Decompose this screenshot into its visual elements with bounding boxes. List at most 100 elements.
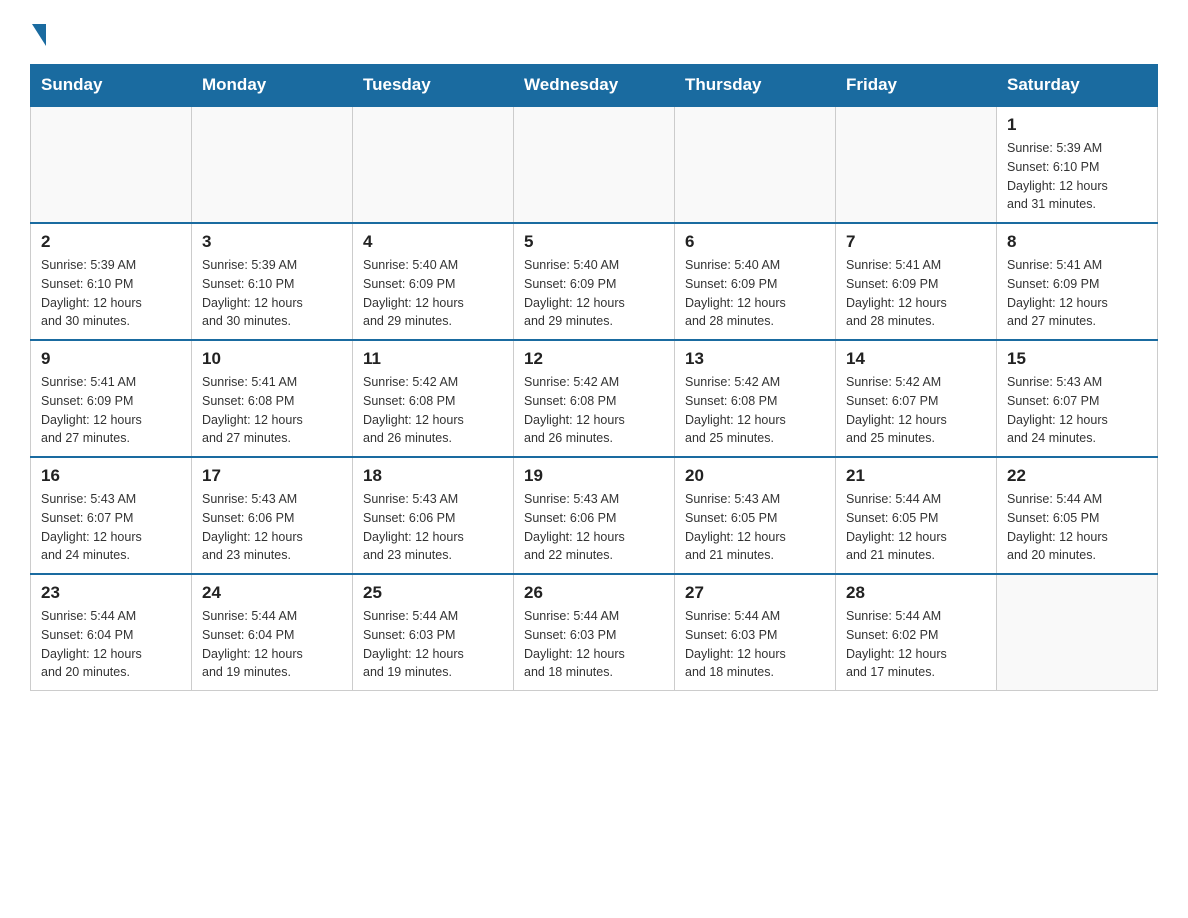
calendar-table: SundayMondayTuesdayWednesdayThursdayFrid… <box>30 64 1158 691</box>
page-header <box>30 20 1158 44</box>
calendar-cell: 12 Sunrise: 5:42 AM Sunset: 6:08 PM Dayli… <box>514 340 675 457</box>
calendar-header-row: SundayMondayTuesdayWednesdayThursdayFrid… <box>31 65 1158 107</box>
day-number: 24 <box>202 583 342 603</box>
day-info: Sunrise: 5:43 AM Sunset: 6:06 PM Dayligh… <box>363 490 503 565</box>
day-info: Sunrise: 5:41 AM Sunset: 6:09 PM Dayligh… <box>1007 256 1147 331</box>
day-info: Sunrise: 5:42 AM Sunset: 6:08 PM Dayligh… <box>363 373 503 448</box>
calendar-cell: 2 Sunrise: 5:39 AM Sunset: 6:10 PM Daylig… <box>31 223 192 340</box>
day-info: Sunrise: 5:42 AM Sunset: 6:07 PM Dayligh… <box>846 373 986 448</box>
calendar-cell: 23Sunrise: 5:44 AM Sunset: 6:04 PM Dayli… <box>31 574 192 691</box>
day-info: Sunrise: 5:43 AM Sunset: 6:07 PM Dayligh… <box>41 490 181 565</box>
day-number: 7 <box>846 232 986 252</box>
calendar-cell: 7 Sunrise: 5:41 AM Sunset: 6:09 PM Daylig… <box>836 223 997 340</box>
column-header-thursday: Thursday <box>675 65 836 107</box>
calendar-cell: 25 Sunrise: 5:44 AM Sunset: 6:03 PM Dayli… <box>353 574 514 691</box>
calendar-week-2: 2 Sunrise: 5:39 AM Sunset: 6:10 PM Daylig… <box>31 223 1158 340</box>
day-info: Sunrise: 5:39 AM Sunset: 6:10 PM Dayligh… <box>202 256 342 331</box>
day-info: Sunrise: 5:44 AM Sunset: 6:04 PM Dayligh… <box>41 607 181 682</box>
calendar-cell: 15 Sunrise: 5:43 AM Sunset: 6:07 PM Dayli… <box>997 340 1158 457</box>
day-info: Sunrise: 5:41 AM Sunset: 6:09 PM Dayligh… <box>41 373 181 448</box>
calendar-cell: 13 Sunrise: 5:42 AM Sunset: 6:08 PM Dayli… <box>675 340 836 457</box>
day-number: 14 <box>846 349 986 369</box>
day-number: 15 <box>1007 349 1147 369</box>
day-info: Sunrise: 5:42 AM Sunset: 6:08 PM Dayligh… <box>685 373 825 448</box>
calendar-cell <box>836 106 997 223</box>
day-number: 6 <box>685 232 825 252</box>
column-header-tuesday: Tuesday <box>353 65 514 107</box>
calendar-cell <box>675 106 836 223</box>
calendar-cell: 27 Sunrise: 5:44 AM Sunset: 6:03 PM Dayli… <box>675 574 836 691</box>
day-info: Sunrise: 5:44 AM Sunset: 6:03 PM Dayligh… <box>524 607 664 682</box>
calendar-cell: 18 Sunrise: 5:43 AM Sunset: 6:06 PM Dayli… <box>353 457 514 574</box>
calendar-cell: 10 Sunrise: 5:41 AM Sunset: 6:08 PM Dayli… <box>192 340 353 457</box>
day-info: Sunrise: 5:39 AM Sunset: 6:10 PM Dayligh… <box>41 256 181 331</box>
column-header-friday: Friday <box>836 65 997 107</box>
day-number: 28 <box>846 583 986 603</box>
day-info: Sunrise: 5:40 AM Sunset: 6:09 PM Dayligh… <box>363 256 503 331</box>
day-info: Sunrise: 5:40 AM Sunset: 6:09 PM Dayligh… <box>685 256 825 331</box>
day-number: 26 <box>524 583 664 603</box>
day-number: 1 <box>1007 115 1147 135</box>
day-info: Sunrise: 5:44 AM Sunset: 6:05 PM Dayligh… <box>846 490 986 565</box>
day-number: 3 <box>202 232 342 252</box>
day-number: 12 <box>524 349 664 369</box>
calendar-week-3: 9 Sunrise: 5:41 AM Sunset: 6:09 PM Daylig… <box>31 340 1158 457</box>
day-info: Sunrise: 5:41 AM Sunset: 6:09 PM Dayligh… <box>846 256 986 331</box>
day-info: Sunrise: 5:39 AM Sunset: 6:10 PM Dayligh… <box>1007 139 1147 214</box>
calendar-cell: 28 Sunrise: 5:44 AM Sunset: 6:02 PM Dayli… <box>836 574 997 691</box>
day-info: Sunrise: 5:40 AM Sunset: 6:09 PM Dayligh… <box>524 256 664 331</box>
calendar-cell: 17 Sunrise: 5:43 AM Sunset: 6:06 PM Dayli… <box>192 457 353 574</box>
calendar-cell: 24 Sunrise: 5:44 AM Sunset: 6:04 PM Dayli… <box>192 574 353 691</box>
calendar-cell <box>514 106 675 223</box>
day-number: 17 <box>202 466 342 486</box>
day-info: Sunrise: 5:42 AM Sunset: 6:08 PM Dayligh… <box>524 373 664 448</box>
calendar-cell: 8Sunrise: 5:41 AM Sunset: 6:09 PM Daylig… <box>997 223 1158 340</box>
calendar-cell: 9 Sunrise: 5:41 AM Sunset: 6:09 PM Daylig… <box>31 340 192 457</box>
calendar-cell <box>997 574 1158 691</box>
day-info: Sunrise: 5:43 AM Sunset: 6:06 PM Dayligh… <box>524 490 664 565</box>
day-number: 16 <box>41 466 181 486</box>
calendar-cell: 21 Sunrise: 5:44 AM Sunset: 6:05 PM Dayli… <box>836 457 997 574</box>
day-info: Sunrise: 5:44 AM Sunset: 6:05 PM Dayligh… <box>1007 490 1147 565</box>
calendar-cell: 4Sunrise: 5:40 AM Sunset: 6:09 PM Daylig… <box>353 223 514 340</box>
day-number: 5 <box>524 232 664 252</box>
day-info: Sunrise: 5:41 AM Sunset: 6:08 PM Dayligh… <box>202 373 342 448</box>
calendar-cell: 6 Sunrise: 5:40 AM Sunset: 6:09 PM Daylig… <box>675 223 836 340</box>
column-header-sunday: Sunday <box>31 65 192 107</box>
day-number: 19 <box>524 466 664 486</box>
logo <box>30 20 46 44</box>
day-info: Sunrise: 5:44 AM Sunset: 6:03 PM Dayligh… <box>363 607 503 682</box>
day-number: 27 <box>685 583 825 603</box>
calendar-week-5: 23Sunrise: 5:44 AM Sunset: 6:04 PM Dayli… <box>31 574 1158 691</box>
column-header-saturday: Saturday <box>997 65 1158 107</box>
calendar-cell: 3 Sunrise: 5:39 AM Sunset: 6:10 PM Daylig… <box>192 223 353 340</box>
day-number: 21 <box>846 466 986 486</box>
day-number: 10 <box>202 349 342 369</box>
calendar-cell: 26 Sunrise: 5:44 AM Sunset: 6:03 PM Dayli… <box>514 574 675 691</box>
day-number: 22 <box>1007 466 1147 486</box>
calendar-cell: 16 Sunrise: 5:43 AM Sunset: 6:07 PM Dayli… <box>31 457 192 574</box>
day-info: Sunrise: 5:43 AM Sunset: 6:07 PM Dayligh… <box>1007 373 1147 448</box>
day-number: 9 <box>41 349 181 369</box>
calendar-cell: 22 Sunrise: 5:44 AM Sunset: 6:05 PM Dayli… <box>997 457 1158 574</box>
calendar-cell <box>31 106 192 223</box>
day-info: Sunrise: 5:43 AM Sunset: 6:05 PM Dayligh… <box>685 490 825 565</box>
day-info: Sunrise: 5:43 AM Sunset: 6:06 PM Dayligh… <box>202 490 342 565</box>
day-info: Sunrise: 5:44 AM Sunset: 6:02 PM Dayligh… <box>846 607 986 682</box>
calendar-cell: 19 Sunrise: 5:43 AM Sunset: 6:06 PM Dayli… <box>514 457 675 574</box>
day-number: 13 <box>685 349 825 369</box>
calendar-cell: 14 Sunrise: 5:42 AM Sunset: 6:07 PM Dayli… <box>836 340 997 457</box>
column-header-wednesday: Wednesday <box>514 65 675 107</box>
column-header-monday: Monday <box>192 65 353 107</box>
calendar-week-1: 1 Sunrise: 5:39 AM Sunset: 6:10 PM Daylig… <box>31 106 1158 223</box>
calendar-cell: 20Sunrise: 5:43 AM Sunset: 6:05 PM Dayli… <box>675 457 836 574</box>
calendar-cell: 11Sunrise: 5:42 AM Sunset: 6:08 PM Dayli… <box>353 340 514 457</box>
calendar-cell <box>353 106 514 223</box>
calendar-cell <box>192 106 353 223</box>
day-info: Sunrise: 5:44 AM Sunset: 6:03 PM Dayligh… <box>685 607 825 682</box>
day-number: 25 <box>363 583 503 603</box>
day-info: Sunrise: 5:44 AM Sunset: 6:04 PM Dayligh… <box>202 607 342 682</box>
day-number: 2 <box>41 232 181 252</box>
day-number: 18 <box>363 466 503 486</box>
calendar-week-4: 16 Sunrise: 5:43 AM Sunset: 6:07 PM Dayli… <box>31 457 1158 574</box>
